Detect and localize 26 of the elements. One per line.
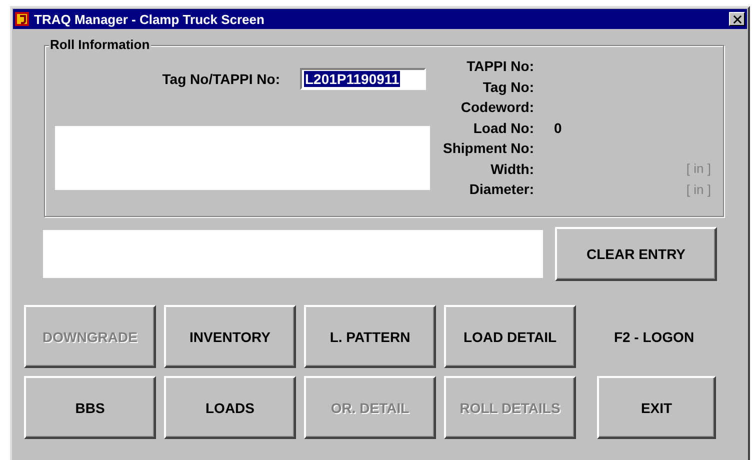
action-button[interactable]: LOADS	[164, 376, 296, 439]
action-button[interactable]: LOAD DETAIL	[444, 305, 576, 368]
app-icon	[15, 12, 29, 26]
unit-label: [ in ]	[686, 182, 711, 197]
action-button[interactable]: BBS	[24, 376, 156, 439]
detail-label: Width:	[490, 160, 534, 177]
close-icon	[732, 14, 742, 24]
action-button[interactable]: L. PATTERN	[304, 305, 436, 368]
clear-entry-button[interactable]: CLEAR ENTRY	[555, 227, 717, 281]
input-value: L201P1190911	[304, 71, 400, 87]
detail-label: TAPPI No:	[466, 58, 534, 74]
group-title: Roll Information	[49, 37, 151, 52]
action-button[interactable]: INVENTORY	[164, 305, 296, 368]
unit-label: [ in ]	[686, 161, 711, 176]
detail-label: Load No:	[472, 120, 534, 136]
detail-label: Tag No:	[482, 78, 534, 95]
detail-label: Shipment No:	[442, 140, 534, 156]
detail-value: 0	[554, 120, 562, 136]
window-title: TRAQ Manager - Clamp Truck Screen	[34, 12, 266, 26]
shortcut-label: F2 - LOGON	[614, 328, 694, 344]
detail-label: Codeword:	[460, 99, 534, 116]
close-button[interactable]	[729, 12, 745, 26]
tag-input-field[interactable]: L201P1190911	[300, 68, 426, 90]
action-button[interactable]: EXIT	[597, 376, 716, 439]
field-label: Tag No/TAPPI No:	[162, 71, 280, 87]
detail-label: Diameter:	[468, 181, 534, 198]
